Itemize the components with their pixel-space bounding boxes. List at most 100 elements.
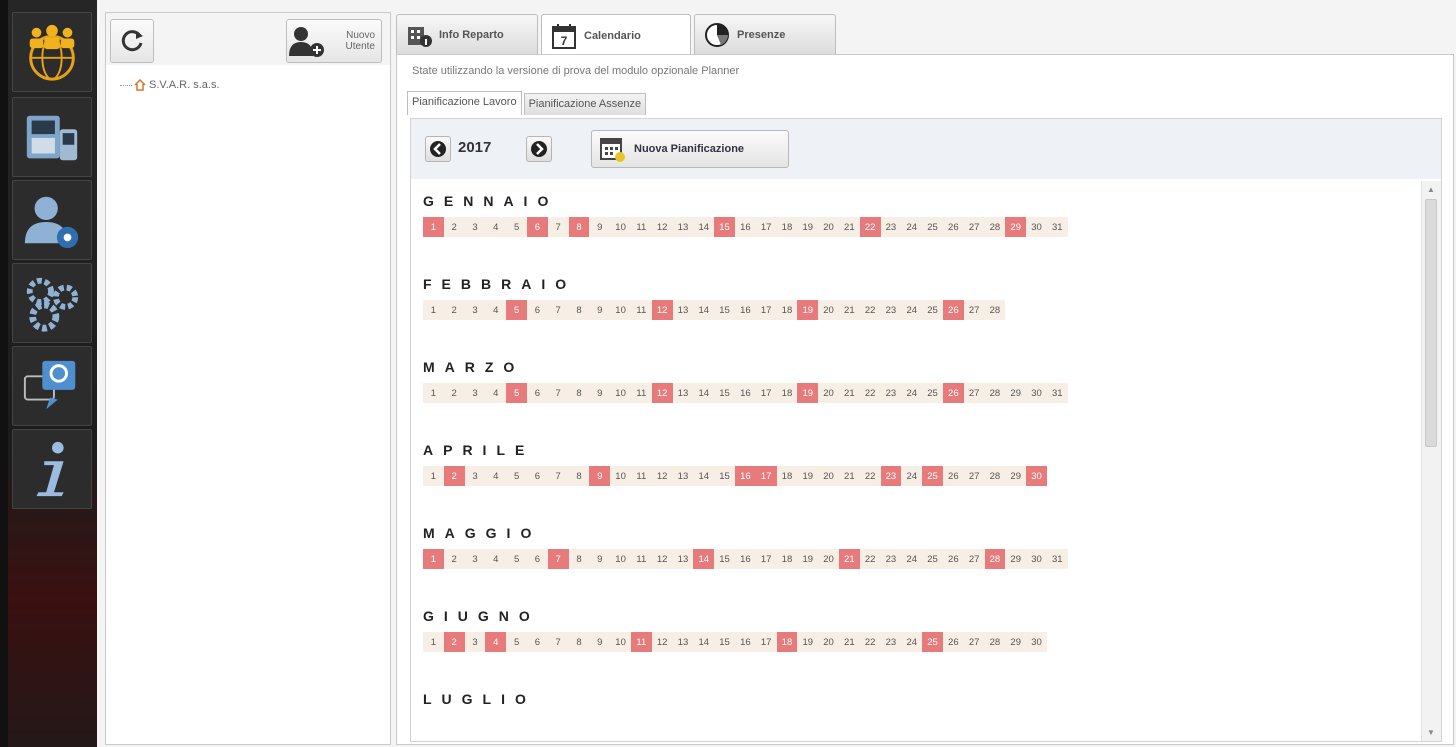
day-cell[interactable]: 30 — [1026, 217, 1047, 237]
day-cell-holiday[interactable]: 23 — [880, 466, 902, 486]
day-cell[interactable]: 10 — [610, 466, 631, 486]
day-cell[interactable]: 17 — [755, 300, 777, 320]
day-cell[interactable]: 15 — [714, 300, 735, 320]
day-cell[interactable]: 24 — [901, 217, 923, 237]
day-cell[interactable]: 10 — [610, 217, 631, 237]
day-cell[interactable]: 6 — [526, 466, 548, 486]
tab-calendario[interactable]: 7 Calendario — [541, 14, 691, 56]
day-cell[interactable]: 15 — [714, 632, 735, 652]
day-cell[interactable]: 5 — [506, 217, 527, 237]
day-cell[interactable]: 26 — [942, 632, 964, 652]
day-cell[interactable]: 20 — [818, 632, 839, 652]
day-cell[interactable]: 17 — [755, 217, 777, 237]
day-cell[interactable]: 24 — [901, 549, 923, 569]
day-cell[interactable]: 11 — [630, 466, 652, 486]
day-cell-holiday[interactable]: 16 — [734, 466, 756, 486]
day-cell[interactable]: 5 — [506, 632, 527, 652]
day-cell[interactable]: 30 — [1026, 632, 1047, 652]
day-cell[interactable]: 7 — [547, 300, 569, 320]
day-cell[interactable]: 21 — [838, 383, 860, 403]
day-cell[interactable]: 17 — [755, 549, 777, 569]
day-cell[interactable]: 23 — [880, 217, 902, 237]
day-cell[interactable]: 20 — [818, 466, 839, 486]
day-cell-holiday[interactable]: 19 — [797, 383, 819, 403]
day-cell[interactable]: 3 — [464, 632, 486, 652]
day-cell-holiday[interactable]: 7 — [547, 549, 569, 569]
day-cell[interactable]: 16 — [734, 217, 756, 237]
day-cell[interactable]: 6 — [526, 300, 548, 320]
day-cell[interactable]: 4 — [485, 300, 507, 320]
day-cell[interactable]: 29 — [1005, 466, 1027, 486]
day-cell[interactable]: 8 — [568, 466, 590, 486]
day-cell[interactable]: 22 — [859, 549, 881, 569]
sidebar-button-departments[interactable] — [12, 12, 92, 92]
day-cell[interactable]: 17 — [755, 632, 777, 652]
day-cell[interactable]: 18 — [776, 300, 798, 320]
day-cell[interactable]: 18 — [776, 383, 798, 403]
day-cell[interactable]: 8 — [568, 632, 590, 652]
day-cell[interactable]: 19 — [797, 549, 819, 569]
sidebar-button-info[interactable] — [12, 429, 92, 509]
day-cell[interactable]: 23 — [880, 549, 902, 569]
day-cell[interactable]: 24 — [901, 300, 923, 320]
subtab-pianificazione-lavoro[interactable]: Pianificazione Lavoro — [407, 91, 522, 115]
day-cell[interactable]: 30 — [1026, 383, 1047, 403]
day-cell[interactable]: 11 — [630, 549, 652, 569]
day-cell-holiday[interactable]: 9 — [589, 466, 611, 486]
day-cell[interactable]: 26 — [942, 217, 964, 237]
day-cell-holiday[interactable]: 25 — [922, 632, 943, 652]
day-cell[interactable]: 10 — [610, 383, 631, 403]
day-cell-holiday[interactable]: 4 — [485, 632, 507, 652]
day-cell[interactable]: 31 — [1046, 383, 1068, 403]
day-cell[interactable]: 27 — [963, 383, 985, 403]
day-cell[interactable]: 25 — [922, 300, 943, 320]
day-cell[interactable]: 24 — [901, 383, 923, 403]
day-cell[interactable]: 31 — [1046, 549, 1068, 569]
day-cell[interactable]: 13 — [672, 632, 694, 652]
day-cell[interactable]: 27 — [963, 549, 985, 569]
day-cell[interactable]: 2 — [443, 217, 465, 237]
new-user-button[interactable]: Nuovo Utente — [286, 19, 382, 63]
day-cell[interactable]: 23 — [880, 300, 902, 320]
day-cell[interactable]: 9 — [589, 300, 611, 320]
day-cell[interactable]: 18 — [776, 549, 798, 569]
day-cell[interactable]: 26 — [942, 549, 964, 569]
day-cell[interactable]: 21 — [838, 632, 860, 652]
day-cell-holiday[interactable]: 12 — [651, 300, 673, 320]
day-cell[interactable]: 28 — [984, 383, 1006, 403]
tab-info-reparto[interactable]: Info Reparto — [396, 14, 538, 54]
day-cell[interactable]: 4 — [485, 383, 507, 403]
day-cell[interactable]: 16 — [734, 549, 756, 569]
day-cell-holiday[interactable]: 18 — [776, 632, 798, 652]
day-cell[interactable]: 25 — [922, 217, 943, 237]
day-cell[interactable]: 16 — [734, 383, 756, 403]
day-cell-holiday[interactable]: 1 — [423, 217, 444, 237]
day-cell[interactable]: 12 — [651, 632, 673, 652]
day-cell[interactable]: 13 — [672, 217, 694, 237]
day-cell[interactable]: 9 — [589, 632, 611, 652]
day-cell-holiday[interactable]: 5 — [506, 300, 527, 320]
day-cell-holiday[interactable]: 28 — [984, 549, 1006, 569]
day-cell-holiday[interactable]: 30 — [1026, 466, 1047, 486]
day-cell[interactable]: 4 — [485, 217, 507, 237]
next-year-button[interactable] — [526, 136, 552, 162]
day-cell-holiday[interactable]: 17 — [755, 466, 777, 486]
day-cell[interactable]: 7 — [547, 217, 569, 237]
day-cell-holiday[interactable]: 2 — [443, 466, 465, 486]
day-cell[interactable]: 22 — [859, 300, 881, 320]
day-cell[interactable]: 11 — [630, 383, 652, 403]
sidebar-button-users[interactable] — [12, 180, 92, 260]
day-cell[interactable]: 1 — [423, 466, 444, 486]
scroll-down-arrow[interactable]: ▼ — [1427, 728, 1435, 737]
day-cell[interactable]: 8 — [568, 383, 590, 403]
day-cell[interactable]: 15 — [714, 549, 735, 569]
day-cell[interactable]: 27 — [963, 300, 985, 320]
day-cell-holiday[interactable]: 19 — [797, 300, 819, 320]
day-cell[interactable]: 14 — [693, 300, 715, 320]
day-cell[interactable]: 10 — [610, 632, 631, 652]
day-cell[interactable]: 19 — [797, 632, 819, 652]
day-cell[interactable]: 20 — [818, 217, 839, 237]
day-cell[interactable]: 13 — [672, 549, 694, 569]
day-cell[interactable]: 21 — [838, 466, 860, 486]
day-cell-holiday[interactable]: 29 — [1005, 217, 1027, 237]
